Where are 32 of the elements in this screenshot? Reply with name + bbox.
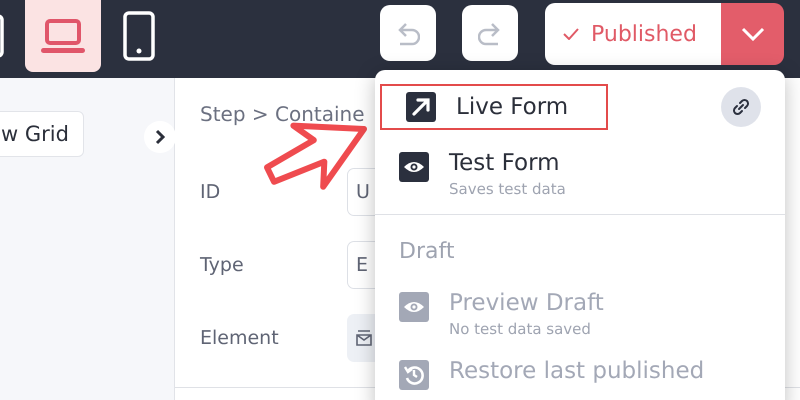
input-field[interactable]: E — [347, 241, 375, 289]
undo-icon — [396, 20, 420, 46]
redo-icon — [478, 20, 502, 46]
history-icon — [399, 360, 429, 390]
inbox-icon — [355, 330, 373, 346]
field-label: Type — [200, 254, 245, 276]
menu-item-subtitle: No test data saved — [449, 320, 592, 338]
undo-button[interactable] — [380, 5, 436, 61]
expand-button[interactable] — [144, 121, 176, 153]
dropdown-button[interactable] — [721, 3, 784, 65]
copy-link-button[interactable] — [721, 87, 761, 127]
redo-button[interactable] — [462, 5, 518, 61]
breadcrumb: Step > Containe — [200, 102, 365, 126]
eye-icon — [399, 152, 429, 182]
section-heading: Draft — [398, 239, 456, 264]
link-icon — [731, 97, 751, 117]
eye-icon — [399, 292, 429, 322]
grid-button[interactable]: w Grid — [0, 111, 84, 157]
laptop-icon — [39, 18, 87, 54]
input-field[interactable]: U — [347, 168, 375, 216]
field-label: Element — [200, 327, 280, 349]
field-label: ID — [200, 181, 222, 203]
phone-icon — [123, 11, 155, 61]
chevron-right-icon — [155, 129, 165, 145]
chevron-down-icon — [740, 27, 764, 41]
external-link-icon — [406, 92, 436, 122]
menu-item-label[interactable]: Live Form — [456, 94, 568, 120]
check-icon — [563, 28, 579, 40]
published-button[interactable]: Published — [545, 3, 721, 65]
menu-item-label[interactable]: Test Form — [449, 150, 566, 176]
menu-item-subtitle: Saves test data — [449, 180, 566, 198]
element-field[interactable] — [347, 314, 375, 362]
